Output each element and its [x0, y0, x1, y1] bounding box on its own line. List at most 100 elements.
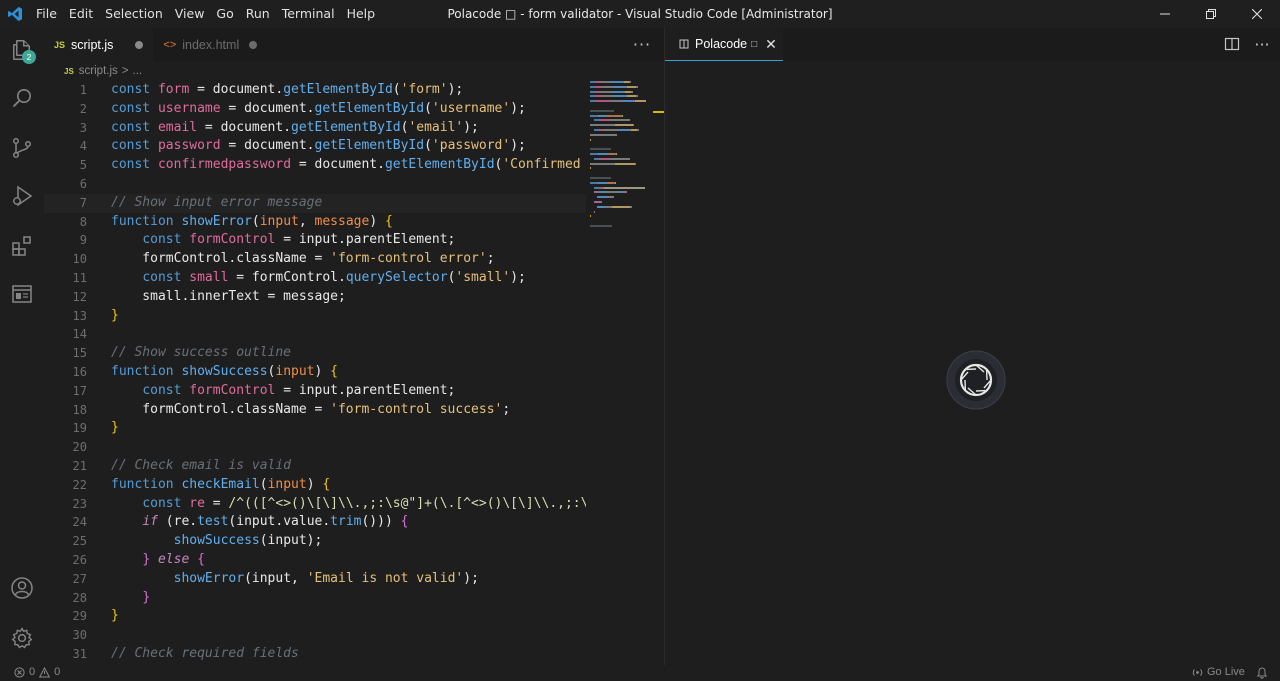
- line-number: 15: [72, 346, 87, 361]
- code-line[interactable]: 23 const re = /^(([^<>()\[\]\\.,;:\s@"]+…: [44, 495, 586, 514]
- menu-terminal[interactable]: Terminal: [276, 0, 341, 28]
- code-token: = document.: [189, 82, 284, 97]
- code-line[interactable]: 21 // Check email is valid: [44, 457, 586, 476]
- code-token: = document.: [197, 119, 292, 135]
- explorer-icon[interactable]: 2: [0, 28, 44, 72]
- code-line[interactable]: 31 // Check required fields: [44, 645, 586, 664]
- notifications-bell-icon[interactable]: [1256, 667, 1268, 679]
- menu-selection[interactable]: Selection: [99, 0, 169, 28]
- code-line[interactable]: 27 showError(input, 'Email is not valid'…: [44, 570, 586, 589]
- menu-run[interactable]: Run: [240, 0, 276, 28]
- code-line[interactable]: 10 formControl.className = 'form-control…: [44, 250, 586, 269]
- code-line[interactable]: 26 } else {: [44, 551, 586, 570]
- menu-view[interactable]: View: [169, 0, 211, 28]
- menu-file[interactable]: File: [30, 0, 63, 28]
- tab-script-js[interactable]: JS script.js: [44, 28, 154, 61]
- line-number: 6: [79, 176, 87, 191]
- code-token: 'small': [455, 269, 511, 285]
- search-icon[interactable]: [0, 76, 44, 120]
- restore-button[interactable]: [1188, 0, 1234, 28]
- breadcrumb-rest[interactable]: ...: [133, 65, 143, 77]
- minimap-stroke: [615, 162, 635, 165]
- code-token: // Check required fields: [111, 645, 299, 661]
- more-actions-button[interactable]: ···: [624, 28, 660, 61]
- source-control-icon[interactable]: [0, 126, 44, 170]
- minimap-stroke: [590, 167, 591, 170]
- go-live-button[interactable]: Go Live: [1192, 666, 1245, 678]
- tab-index-html[interactable]: <> index.html: [153, 28, 267, 61]
- extensions-icon[interactable]: [0, 224, 44, 268]
- code-line[interactable]: 2 const username = document.getElementByI…: [44, 100, 586, 119]
- code-line[interactable]: 28 }: [44, 589, 586, 608]
- minimap-stroke: [597, 196, 607, 199]
- code-token: ,: [298, 213, 315, 229]
- menu-edit[interactable]: Edit: [63, 0, 99, 28]
- minimap-stroke: [590, 114, 598, 117]
- code-token: test: [197, 514, 229, 530]
- code-token: function: [111, 363, 182, 379]
- code-line[interactable]: 18 formControl.className = 'form-control…: [44, 401, 586, 420]
- code-line[interactable]: 11 const small = formControl.querySelect…: [44, 269, 586, 288]
- code-token: // Show input error message: [111, 194, 323, 210]
- code-line[interactable]: 1 const form = document.getElementById('f…: [44, 81, 586, 100]
- minimize-button[interactable]: [1142, 0, 1188, 28]
- code-line[interactable]: 9 const formControl = input.parentElemen…: [44, 231, 586, 250]
- code-line[interactable]: 8 function showError(input, message) {: [44, 213, 586, 232]
- code-line[interactable]: 4 const password = document.getElementByI…: [44, 137, 586, 156]
- code-token: const: [142, 232, 190, 248]
- minimap-stroke: [595, 100, 610, 103]
- run-debug-icon[interactable]: [0, 174, 44, 218]
- code-line[interactable]: 22 function checkEmail(input) {: [44, 476, 586, 495]
- code-line[interactable]: 25 showSuccess(input);: [44, 532, 586, 551]
- unsaved-dot-icon[interactable]: [135, 40, 144, 49]
- code-token: (re.: [165, 514, 198, 530]
- minimap[interactable]: [588, 81, 660, 241]
- problems-indicator[interactable]: 0 0: [14, 666, 60, 678]
- menu-help[interactable]: Help: [341, 0, 382, 28]
- tab-polacode[interactable]: Polacode □ ✕: [665, 28, 783, 61]
- menu-go[interactable]: Go: [210, 0, 239, 28]
- line-number: 26: [72, 552, 87, 567]
- breadcrumb-file[interactable]: script.js: [79, 65, 118, 77]
- close-tab-icon[interactable]: ✕: [765, 36, 777, 53]
- code-token: message: [314, 213, 370, 229]
- code-line[interactable]: 30: [44, 626, 586, 645]
- code-line[interactable]: 15 // Show success outline: [44, 344, 586, 363]
- code-text: formControl.className = 'form-control er…: [111, 250, 494, 269]
- split-editor-icon[interactable]: [1224, 36, 1240, 52]
- line-number: 7: [79, 195, 87, 210]
- minimap-stroke: [607, 196, 614, 199]
- remote-explorer-icon[interactable]: [0, 272, 44, 316]
- code-token: re: [189, 495, 205, 511]
- code-line[interactable]: 3 const email = document.getElementById('…: [44, 119, 586, 138]
- vscode-logo-icon[interactable]: [0, 0, 30, 28]
- code-token: ())): [361, 514, 401, 530]
- close-window-button[interactable]: [1234, 0, 1280, 28]
- code-line[interactable]: 29}: [44, 607, 586, 626]
- settings-gear-icon[interactable]: [0, 616, 44, 660]
- code-line[interactable]: 7 // Show input error message: [44, 193, 586, 213]
- account-icon[interactable]: [0, 566, 44, 610]
- title-bar: File Edit Selection View Go Run Terminal…: [0, 0, 1280, 28]
- code-line[interactable]: 12 small.innerText = message;: [44, 288, 586, 307]
- minimap-stroke: [590, 215, 591, 218]
- code-text: const form = document.getElementById('fo…: [111, 81, 463, 100]
- code-token: ): [306, 476, 323, 492]
- minimap-stroke: [612, 205, 630, 208]
- more-actions-button[interactable]: ···: [1250, 28, 1274, 61]
- code-line[interactable]: 5 const confirmedpassword = document.getE…: [44, 156, 586, 175]
- code-text: const email = document.getElementById('e…: [111, 119, 479, 138]
- code-text: // Show success outline: [111, 344, 291, 363]
- unsaved-dot-icon[interactable]: [249, 40, 258, 49]
- code-line[interactable]: 14: [44, 325, 586, 344]
- polacode-shutter-icon[interactable]: [946, 350, 1006, 410]
- code-line[interactable]: 19}: [44, 419, 586, 438]
- code-line[interactable]: 24 if (re.test(input.value.trim())) {: [44, 513, 586, 532]
- code-line[interactable]: 16 function showSuccess(input) {: [44, 363, 586, 382]
- code-editor[interactable]: 1 const form = document.getElementById('f…: [44, 81, 586, 665]
- code-line[interactable]: 20: [44, 438, 586, 457]
- code-line[interactable]: 6: [44, 175, 586, 194]
- minimap-stroke: [590, 162, 615, 165]
- code-line[interactable]: 13}: [44, 307, 586, 326]
- code-line[interactable]: 17 const formControl = input.parentEleme…: [44, 382, 586, 401]
